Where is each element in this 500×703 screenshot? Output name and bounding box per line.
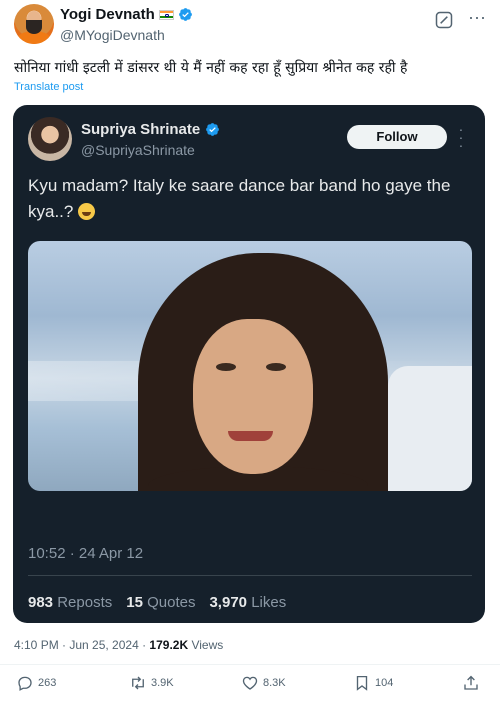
views-label: Views xyxy=(188,638,224,652)
india-flag-icon xyxy=(158,9,174,20)
like-count: 8.3K xyxy=(263,677,286,689)
bookmark-icon xyxy=(356,675,368,691)
embedded-author-avatar xyxy=(28,117,72,161)
embedded-author-handle: @SupriyaShrinate xyxy=(81,142,195,158)
post: Yogi Devnath @MYogiDevnath ··· सोनिया गा… xyxy=(0,0,500,703)
like-button[interactable]: 8.3K xyxy=(241,674,286,692)
embedded-verified-badge-icon xyxy=(206,123,220,136)
reply-button[interactable]: 263 xyxy=(16,674,56,692)
embedded-timestamp: 10:52 · 24 Apr 12 xyxy=(28,545,144,562)
laughing-tears-emoji-icon xyxy=(78,203,96,220)
author-name-row: Yogi Devnath xyxy=(60,6,193,23)
views-count: 179.2K xyxy=(149,638,189,652)
embedded-quotes-stat: 15 Quotes xyxy=(126,594,196,611)
embedded-more-icon: · · · xyxy=(458,121,464,153)
grok-icon[interactable] xyxy=(434,10,454,30)
translate-post-link[interactable]: Translate post xyxy=(14,81,83,93)
repost-count: 3.9K xyxy=(151,677,174,689)
verified-badge-icon xyxy=(178,8,192,21)
follow-button: Follow xyxy=(347,125,447,149)
reply-icon xyxy=(18,676,32,691)
reply-count: 263 xyxy=(38,677,57,689)
embedded-photo xyxy=(28,241,472,491)
bookmark-button[interactable]: 104 xyxy=(353,674,393,692)
bookmark-count: 104 xyxy=(375,677,394,689)
author-name[interactable]: Yogi Devnath xyxy=(60,6,155,23)
repost-icon xyxy=(132,676,144,690)
share-button[interactable] xyxy=(462,674,480,692)
embedded-author-name: Supriya Shrinate xyxy=(81,121,201,138)
embedded-reposts-stat: 983 Reposts xyxy=(28,594,113,611)
embedded-likes-stat: 3,970 Likes xyxy=(209,594,287,611)
share-icon xyxy=(464,675,478,690)
post-timestamp[interactable]: 4:10 PM · Jun 25, 2024 · xyxy=(14,638,149,652)
post-meta: 4:10 PM · Jun 25, 2024 · 179.2K Views xyxy=(14,638,223,652)
embedded-tweet-text-wrap: Kyu madam? Italy ke saare dance bar band… xyxy=(28,173,468,225)
author-avatar[interactable] xyxy=(14,4,54,44)
embedded-author-name-row: Supriya Shrinate xyxy=(81,121,220,138)
embedded-divider xyxy=(28,575,472,576)
divider xyxy=(0,664,500,665)
heart-icon xyxy=(242,676,258,690)
embedded-stats: 983 Reposts 15 Quotes 3,970 Likes xyxy=(28,594,286,611)
repost-button[interactable]: 3.9K xyxy=(129,674,174,692)
embedded-tweet-screenshot[interactable]: Supriya Shrinate @SupriyaShrinate Follow… xyxy=(13,105,485,623)
more-options-icon[interactable]: ··· xyxy=(466,8,488,30)
post-text: सोनिया गांधी इटली में डांसरर थी ये मैं न… xyxy=(14,60,408,76)
action-bar: 263 3.9K 8.3K 104 xyxy=(0,674,500,700)
author-handle[interactable]: @MYogiDevnath xyxy=(60,27,165,43)
